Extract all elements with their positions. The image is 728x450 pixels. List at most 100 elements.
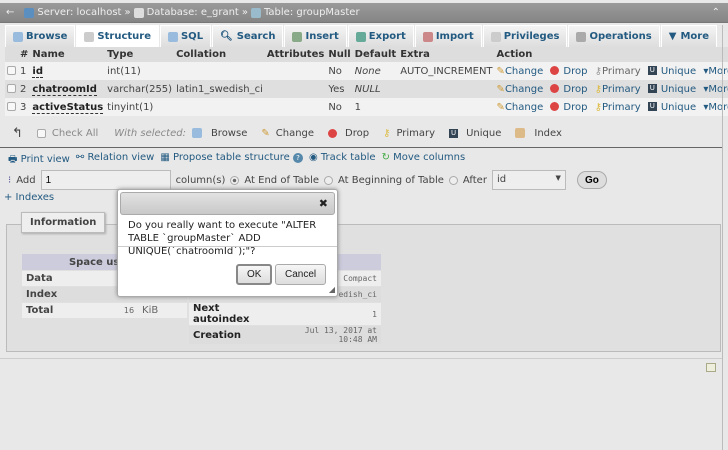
propose-icon: ▦: [160, 152, 170, 163]
field-default: 1: [352, 98, 399, 116]
track-table-link[interactable]: ◉ Track table: [309, 152, 376, 169]
unique-link[interactable]: U Unique: [647, 102, 696, 113]
tab-label: Privileges: [503, 31, 560, 42]
drop-link[interactable]: Drop: [550, 66, 587, 77]
table-icon: [250, 7, 261, 18]
indexes-toggle[interactable]: + Indexes: [4, 192, 54, 203]
after-label[interactable]: After: [463, 175, 487, 186]
row-num: 3: [18, 98, 31, 116]
tab-privileges[interactable]: Privileges: [482, 25, 568, 47]
column-count-input[interactable]: [40, 170, 171, 190]
row-num: 2: [18, 80, 31, 98]
field-default: NULL: [352, 80, 399, 98]
ok-button[interactable]: OK: [236, 264, 273, 285]
next-autoindex-value: 1: [372, 309, 377, 319]
unique-link[interactable]: U Unique: [647, 66, 696, 77]
check-all-label[interactable]: Check All: [52, 128, 98, 139]
collapse-up-icon[interactable]: ⌃: [712, 7, 720, 18]
header-default[interactable]: Default: [352, 47, 399, 62]
cancel-button[interactable]: Cancel: [275, 264, 327, 285]
breadcrumb-table[interactable]: Table: groupMaster: [264, 7, 360, 18]
drop-link[interactable]: Drop: [550, 84, 587, 95]
after-column-select[interactable]: id ▼: [491, 170, 566, 190]
change-label: Change: [504, 65, 544, 77]
help-icon[interactable]: ?: [292, 153, 303, 163]
more-link[interactable]: ▾More: [703, 66, 728, 77]
dialog-titlebar[interactable]: ✖: [120, 192, 335, 215]
breadcrumb-database[interactable]: Database: e_grant: [147, 7, 239, 18]
unique-link[interactable]: U Unique: [647, 83, 697, 95]
at-beginning-radio[interactable]: [324, 175, 334, 185]
field-name[interactable]: activeStatus: [32, 101, 104, 114]
move-columns-link[interactable]: ↻ Move columns: [382, 152, 466, 169]
bulk-drop-button[interactable]: Drop: [345, 128, 369, 139]
relation-view-link[interactable]: ⚯ Relation view: [76, 152, 155, 169]
header-collation[interactable]: Collation: [174, 47, 265, 62]
header-null[interactable]: Null: [326, 47, 353, 62]
drop-link[interactable]: Drop: [550, 102, 587, 113]
tab-label: More: [680, 31, 709, 42]
table-row: 1 id int(11) No None AUTO_INCREMENT ✎Cha…: [5, 62, 728, 80]
after-radio[interactable]: [448, 175, 458, 185]
change-link[interactable]: ✎Change: [497, 66, 544, 77]
more-label: More: [708, 101, 728, 113]
bulk-browse-button[interactable]: Browse: [211, 128, 247, 139]
track-table-label: Track table: [320, 152, 376, 163]
close-icon[interactable]: ✖: [319, 197, 328, 210]
tab-operations[interactable]: Operations: [568, 25, 660, 47]
header-name[interactable]: Name: [30, 47, 106, 62]
creation-label: Creation: [193, 329, 241, 341]
tab-more[interactable]: ▼ More: [660, 25, 717, 47]
header-type[interactable]: Type: [105, 47, 175, 62]
creation-value: Jul 13, 2017 at 10:48 AM: [304, 326, 377, 344]
field-name[interactable]: chatroomId: [32, 83, 97, 96]
field-collation: latin1_swedish_ci: [174, 80, 265, 98]
at-beginning-label[interactable]: At Beginning of Table: [338, 175, 444, 186]
breadcrumb-separator: »: [241, 7, 248, 18]
more-link[interactable]: ▾More: [703, 102, 728, 113]
bulk-unique-button[interactable]: Unique: [466, 128, 501, 139]
bulk-change-button[interactable]: Change: [276, 128, 314, 139]
tab-structure[interactable]: Structure: [76, 25, 159, 47]
collapse-icon[interactable]: ←: [6, 7, 14, 18]
primary-link[interactable]: ⚷Primary: [595, 84, 641, 95]
console-icon[interactable]: [706, 363, 716, 372]
total-value: 16: [123, 306, 135, 315]
arrow-up-icon: ↰: [12, 125, 23, 141]
unique-label: Unique: [660, 83, 697, 95]
check-all-checkbox[interactable]: [36, 128, 46, 138]
tab-insert[interactable]: Insert: [284, 25, 347, 47]
header-attributes[interactable]: Attributes: [264, 47, 327, 62]
bulk-index-button[interactable]: Index: [534, 128, 562, 139]
row-checkbox[interactable]: [7, 66, 16, 75]
field-extra: [398, 80, 495, 98]
header-extra[interactable]: Extra: [398, 47, 495, 62]
scrollbar[interactable]: [722, 25, 723, 450]
more-link[interactable]: ▾More: [703, 84, 728, 95]
unique-icon: U: [647, 102, 657, 111]
key-icon: ⚷: [594, 65, 602, 77]
primary-link[interactable]: ⚷Primary: [595, 102, 641, 113]
row-checkbox[interactable]: [7, 84, 16, 93]
tab-export[interactable]: Export: [347, 25, 414, 47]
print-view-link[interactable]: 🖶 Print view: [8, 152, 70, 169]
structure-icon: [84, 31, 95, 42]
tab-sql[interactable]: SQL: [159, 25, 212, 47]
resize-handle-icon[interactable]: ◢: [329, 285, 335, 294]
at-end-radio[interactable]: [230, 175, 240, 185]
change-link[interactable]: ✎Change: [497, 102, 544, 113]
at-end-label[interactable]: At End of Table: [244, 175, 319, 186]
tab-import[interactable]: Import: [414, 25, 482, 47]
bulk-primary-button[interactable]: Primary: [396, 128, 435, 139]
tab-browse[interactable]: Browse: [5, 25, 76, 47]
tab-search[interactable]: 🔍︎ Search: [212, 25, 284, 47]
row-checkbox[interactable]: [7, 102, 16, 111]
pencil-icon: ✎: [261, 127, 270, 139]
breadcrumb-server[interactable]: Server: localhost: [37, 7, 121, 18]
change-link[interactable]: ✎Change: [497, 84, 544, 95]
field-collation: [174, 62, 265, 80]
breadcrumb-bar: ← Server: localhost » Database: e_grant …: [0, 3, 728, 23]
propose-structure-link[interactable]: ▦ Propose table structure ?: [160, 152, 303, 169]
field-name[interactable]: id: [32, 65, 43, 78]
go-button[interactable]: Go: [576, 171, 607, 189]
